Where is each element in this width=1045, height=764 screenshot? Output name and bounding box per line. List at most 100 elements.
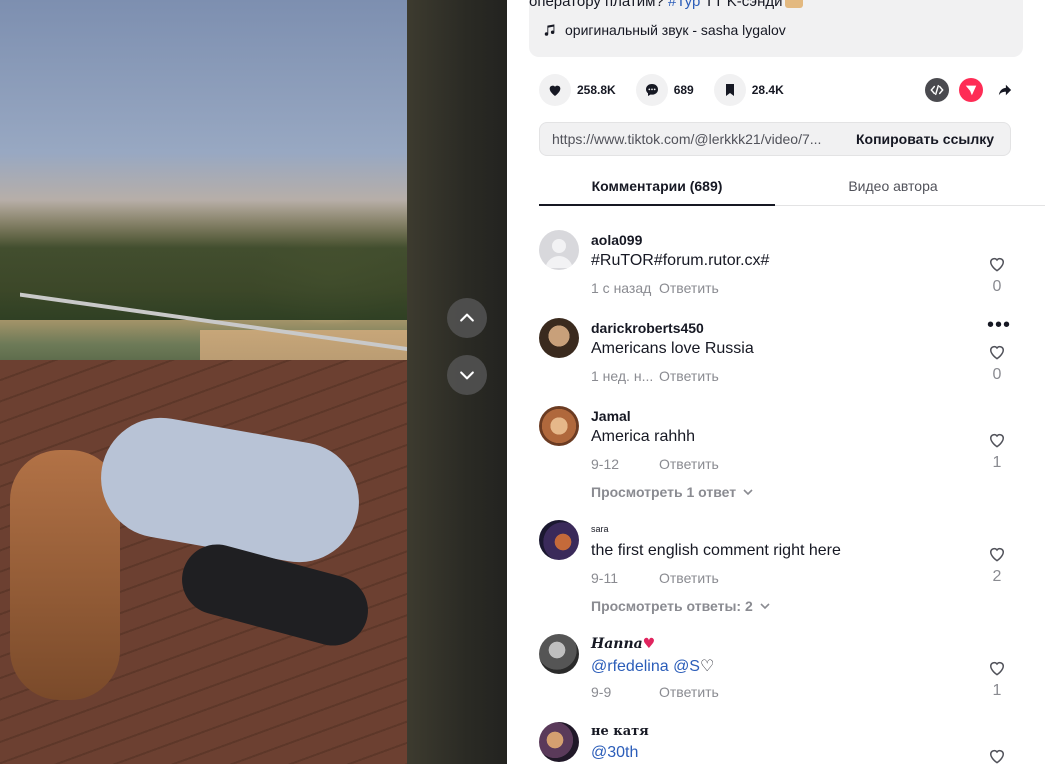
more-options-icon[interactable]: ••• xyxy=(987,315,1011,335)
avatar[interactable] xyxy=(539,318,579,358)
heart-outline-icon[interactable] xyxy=(987,254,1007,274)
comment-meta: 1 нед. н... Ответить xyxy=(591,368,719,384)
view-replies-label: Просмотреть ответы: 2 xyxy=(591,598,753,614)
view-replies-button[interactable]: Просмотреть 1 ответ xyxy=(591,484,754,500)
comment-like[interactable]: 0 xyxy=(981,342,1013,384)
description-text: оператору платим? xyxy=(529,0,664,10)
emoji-icon xyxy=(784,0,803,8)
comment-date: 1 нед. н... xyxy=(591,368,654,384)
video-link-url[interactable]: https://www.tiktok.com/@lerkkk21/video/7… xyxy=(540,131,840,147)
send-icon xyxy=(965,85,977,96)
comment-like-count: 0 xyxy=(992,366,1002,383)
comment-username-text: Hanna xyxy=(591,636,643,652)
tab-comments[interactable]: Комментарии (689) xyxy=(539,168,775,206)
avatar[interactable] xyxy=(539,722,579,762)
details-panel: оператору платим? #Тур TT K-сэнди оригин… xyxy=(507,0,1045,764)
comment-username[interactable]: не катя xyxy=(591,724,649,739)
share-arrow-icon xyxy=(998,84,1012,96)
like-count: 258.8K xyxy=(577,83,616,97)
comment-username[interactable]: Jamal xyxy=(591,408,631,424)
comment-like[interactable]: 1 xyxy=(981,658,1013,700)
like-button[interactable]: 258.8K xyxy=(539,74,616,106)
next-video-button[interactable] xyxy=(447,355,487,395)
heart-icon xyxy=(549,85,561,96)
music-note-icon xyxy=(544,24,555,36)
comment-meta: 9-11 Ответить xyxy=(591,570,719,586)
avatar[interactable] xyxy=(539,520,579,560)
video-player[interactable] xyxy=(0,0,407,764)
comment-count: 689 xyxy=(673,83,694,97)
view-replies-button[interactable]: Просмотреть ответы: 2 xyxy=(591,598,771,614)
description-text-after: TT K-сэнди xyxy=(704,0,783,10)
comment-meta: 1 с назад Ответить xyxy=(591,280,719,296)
chevron-down-icon xyxy=(743,489,753,496)
save-button[interactable]: 28.4K xyxy=(713,74,784,106)
tab-creator-videos[interactable]: Видео автора xyxy=(775,168,1011,205)
comment-like[interactable] xyxy=(981,746,1013,764)
reply-button[interactable]: Ответить xyxy=(659,456,719,472)
comment-username[interactable]: darickroberts450 xyxy=(591,320,704,336)
comment-date: 9-11 xyxy=(591,570,618,586)
heart-outline-icon[interactable] xyxy=(987,342,1007,362)
comment-like-count: 1 xyxy=(992,682,1002,699)
embed-button[interactable] xyxy=(925,78,949,102)
tiktok-video-page: оператору платим? #Тур TT K-сэнди оригин… xyxy=(0,0,1045,764)
comment-username[interactable]: sara xyxy=(591,524,609,534)
comment-like[interactable]: 0 xyxy=(981,254,1013,296)
heart-emoji-icon: ♡ xyxy=(699,658,715,675)
reply-button[interactable]: Ответить xyxy=(659,570,719,586)
avatar[interactable] xyxy=(539,230,579,270)
heart-outline-icon[interactable] xyxy=(987,746,1007,764)
avatar[interactable] xyxy=(539,406,579,446)
reply-button[interactable]: Ответить xyxy=(659,280,719,296)
comment-text: @30th xyxy=(591,744,638,762)
comment-like[interactable]: 1 xyxy=(981,430,1013,472)
heart-outline-icon[interactable] xyxy=(987,658,1007,678)
heart-outline-icon[interactable] xyxy=(987,430,1007,450)
default-avatar-icon xyxy=(545,239,573,268)
mention-link[interactable]: @30th xyxy=(591,744,638,761)
share-icons xyxy=(925,78,1017,102)
comment-button[interactable]: 689 xyxy=(635,74,694,106)
heart-outline-icon[interactable] xyxy=(987,544,1007,564)
mention-link[interactable]: @rfedelina @S xyxy=(591,658,700,675)
sound-label: оригинальный звук - sasha lygalov xyxy=(565,22,786,38)
save-count: 28.4K xyxy=(751,83,784,97)
video-description: оператору платим? #Тур TT K-сэнди xyxy=(529,0,803,10)
view-replies-label: Просмотреть 1 ответ xyxy=(591,484,737,500)
comment-date: 9-12 xyxy=(591,456,620,472)
copy-link-button[interactable]: Копировать ссылку xyxy=(840,123,1010,155)
comment-date: 9-9 xyxy=(591,684,612,700)
comment-meta: 9-9 Ответить xyxy=(591,684,719,700)
sound-link[interactable]: оригинальный звук - sasha lygalov xyxy=(543,22,786,38)
comment-text: America rahhh xyxy=(591,428,696,445)
panel-tabs: Комментарии (689) Видео автора xyxy=(539,168,1045,206)
comment-like-count: 0 xyxy=(992,278,1002,295)
reply-button[interactable]: Ответить xyxy=(659,684,719,700)
red-heart-icon: ♥ xyxy=(642,636,656,652)
chevron-down-icon xyxy=(760,603,770,610)
avatar[interactable] xyxy=(539,634,579,674)
comment-text: Americans love Russia xyxy=(591,340,754,357)
comment-text: @rfedelina @S♡ xyxy=(591,656,714,676)
comment-date: 1 с назад xyxy=(591,280,652,296)
comment-like-count: 1 xyxy=(992,454,1002,471)
bookmark-icon xyxy=(725,84,734,96)
reply-button[interactable]: Ответить xyxy=(659,368,719,384)
share-button[interactable] xyxy=(993,78,1017,102)
comment-meta: 9-12 Ответить xyxy=(591,456,719,472)
comment-like-count: 2 xyxy=(992,568,1002,585)
comment-username[interactable]: Hanna♥ xyxy=(591,636,655,652)
chevron-down-icon xyxy=(460,371,474,380)
send-to-friends-button[interactable] xyxy=(959,78,983,102)
comment-username[interactable]: aola099 xyxy=(591,232,642,248)
comment-like[interactable]: 2 xyxy=(981,544,1013,586)
previous-video-button[interactable] xyxy=(447,298,487,338)
comment-text: the first english comment right here xyxy=(591,542,841,559)
hashtag-link[interactable]: #Тур xyxy=(668,0,700,10)
comment-text: #RuTOR#forum.rutor.cx# xyxy=(591,252,770,269)
code-icon xyxy=(930,84,944,96)
video-link-box: https://www.tiktok.com/@lerkkk21/video/7… xyxy=(539,122,1011,156)
comment-icon xyxy=(645,84,658,96)
action-bar: 258.8K 689 28.4K xyxy=(539,72,804,108)
